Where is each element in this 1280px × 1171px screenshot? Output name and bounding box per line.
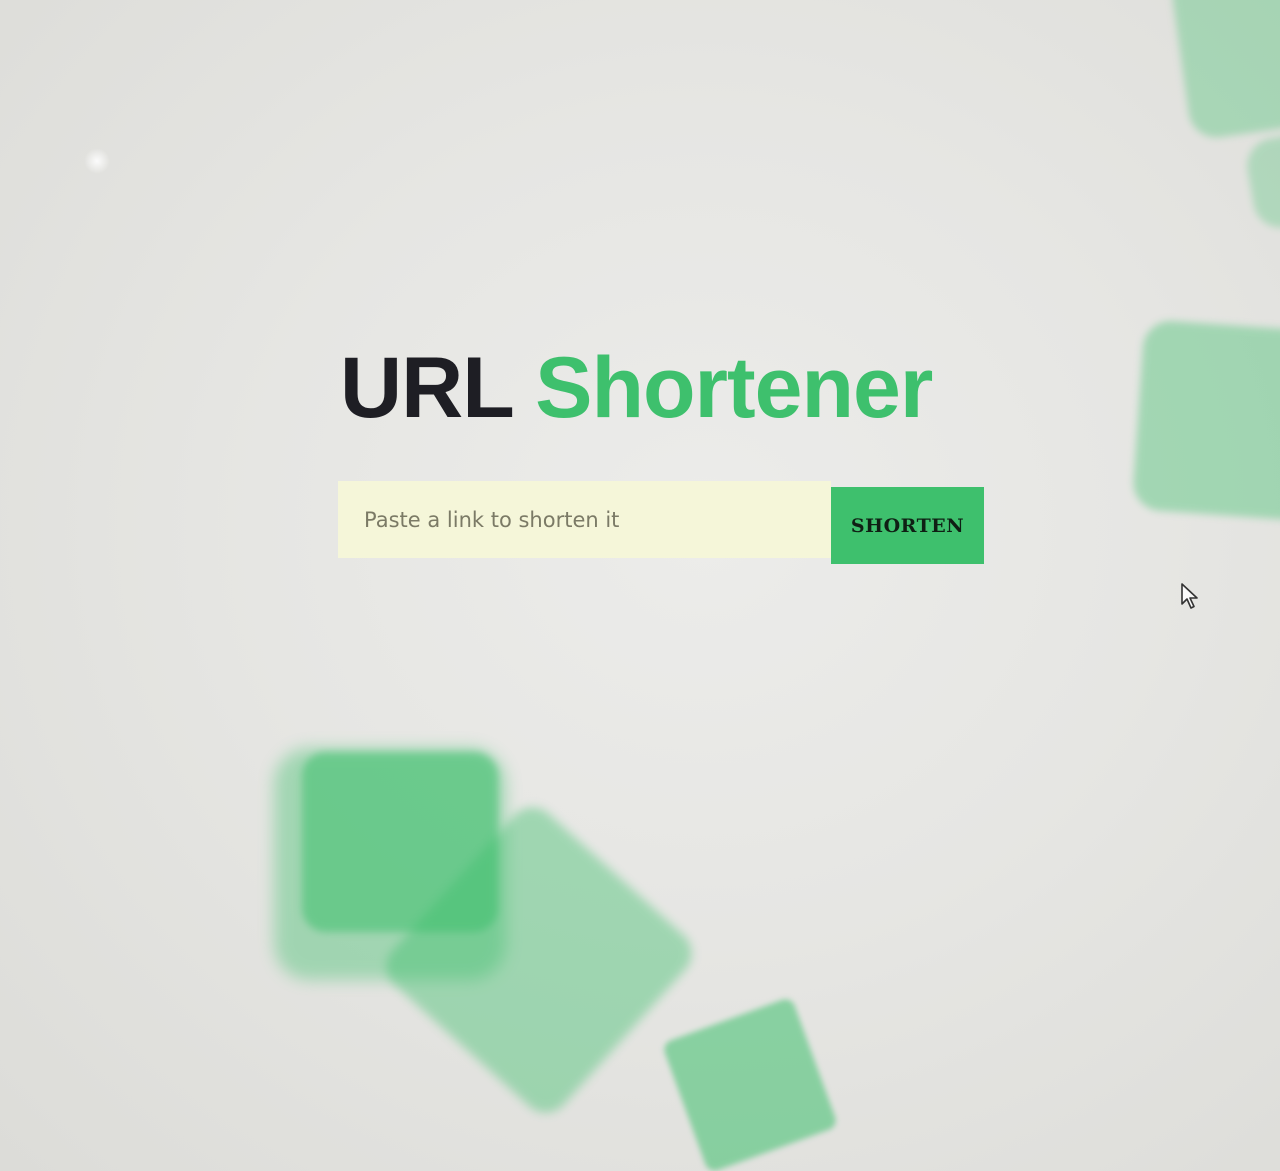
app-screen: URL Shortener SHORTEN	[0, 0, 1280, 1171]
title-url-text: URL	[340, 340, 513, 436]
mouse-pointer-icon	[1181, 583, 1198, 609]
screen-glare	[84, 148, 110, 174]
decorative-square-top-right	[1168, 0, 1280, 142]
url-input[interactable]	[338, 481, 831, 558]
decorative-square-bottom-small	[661, 996, 839, 1171]
shorten-form: SHORTEN	[338, 481, 984, 564]
shorten-button[interactable]: SHORTEN	[831, 487, 984, 564]
decorative-square-right-middle	[1131, 319, 1280, 523]
page-title: URL Shortener	[340, 338, 933, 438]
decorative-square-right-edge	[1242, 127, 1280, 233]
title-shortener-text: Shortener	[535, 340, 933, 436]
